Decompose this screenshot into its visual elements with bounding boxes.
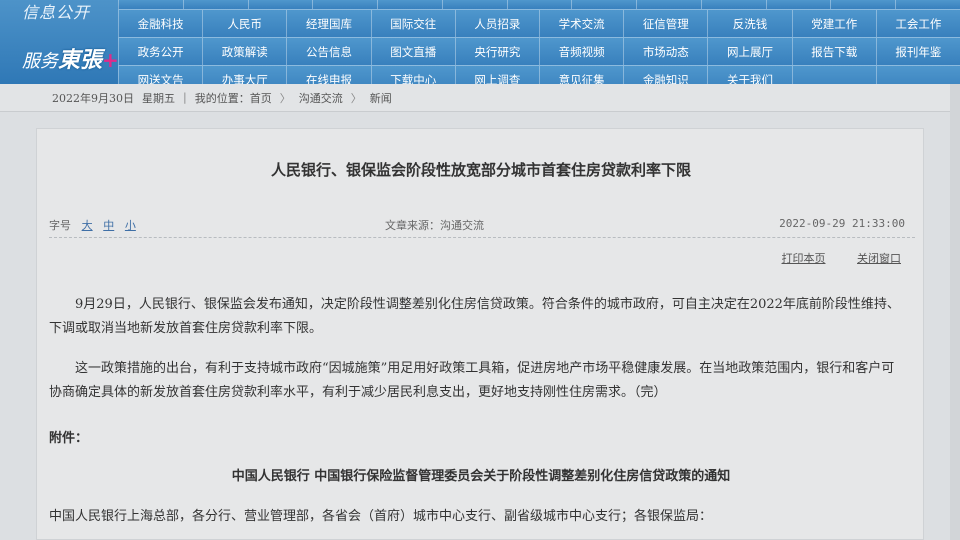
notice-addressee: 中国人民银行上海总部，各分行、营业管理部，各省会（首府）城市中心支行、副省级城市… [49,509,713,524]
meta-divider [49,237,915,238]
article-title: 人民银行、银保监会阶段性放宽部分城市首套住房贷款利率下限 [270,161,691,179]
nav-item[interactable]: 经理国库 [286,10,371,38]
nav-item[interactable]: 反洗钱 [707,10,792,38]
site-header: 信息公开 服务東張+ 金融科技 人民币 经理国库 国际交往 人员招录 学术交流 征信管理 反洗… [0,0,960,94]
article-tools: 打印本页 关闭窗口 [754,250,902,266]
article-datetime: 2022-09-29 21:33:00 [779,217,905,230]
current-weekday: 星期五 [142,91,175,105]
nav-item[interactable]: 报告下载 [791,38,876,66]
nav-item-partial[interactable] [765,0,831,10]
nav-item-partial[interactable] [441,0,507,10]
nav-item[interactable]: 图文直播 [370,38,455,66]
nav-item-partial[interactable] [571,0,637,10]
article-panel: 人民银行、银保监会阶段性放宽部分城市首套住房贷款利率下限 字号 大 中 小 文章… [36,128,924,540]
nav-row-top-partial [118,0,960,10]
font-size-small-link[interactable]: 小 [125,219,136,232]
breadcrumb: 2022年9月30日 星期五 | 我的位置：首页 〉 沟通交流 〉 新闻 [0,84,960,112]
article-paragraph-1: 9月29日，人民银行、银保监会发布通知，决定阶段性调整差别化住房信贷政策。符合条… [49,297,900,336]
nav-item-partial[interactable] [118,0,183,10]
nav-item[interactable]: 央行研究 [454,38,540,66]
nav-row: 金融科技 人民币 经理国库 国际交往 人员招录 学术交流 征信管理 反洗钱 党建工作 工会工作 [118,10,960,38]
close-window-link[interactable]: 关闭窗口 [857,252,901,265]
channel-logo-plus: + [102,48,119,72]
nav-item[interactable]: 市场动态 [623,38,708,66]
nav-item[interactable]: 报刊年鉴 [875,38,960,66]
breadcrumb-separator: | [183,91,187,104]
print-page-link[interactable]: 打印本页 [782,252,826,265]
article-source: 文章来源：沟通交流 [385,219,484,232]
current-date: 2022年9月30日 [52,91,134,105]
notice-title: 中国人民银行 中国银行保险监督管理委员会关于阶段性调整差别化住房信贷政策的通知 [231,469,731,484]
breadcrumb-separator: 〉 [279,91,291,105]
font-size-label: 字号 [49,219,71,232]
nav-item[interactable]: 人员招录 [454,10,540,38]
nav-item-partial[interactable] [247,0,313,10]
nav-item[interactable]: 学术交流 [539,10,624,38]
font-size-large-link[interactable]: 大 [82,219,93,232]
nav-item-partial[interactable] [830,0,896,10]
nav-item-partial[interactable] [506,0,572,10]
nav-item-partial[interactable] [636,0,701,10]
breadcrumb-news[interactable]: 新闻 [370,90,392,106]
channel-logo-prefix: 服务 [22,51,58,72]
main-nav: 金融科技 人民币 经理国库 国际交往 人员招录 学术交流 征信管理 反洗钱 党建工作 工会工作 政务… [118,0,960,94]
nav-item-partial[interactable] [377,0,442,10]
nav-item[interactable]: 工会工作 [875,10,960,38]
nav-item[interactable]: 国际交往 [370,10,455,38]
nav-item-partial[interactable] [182,0,248,10]
nav-item-partial[interactable] [312,0,378,10]
article-paragraph-2: 这一政策措施的出台，有利于支持城市政府“因城施策”用足用好政策工具箱，促进房地产… [49,361,895,400]
nav-item[interactable]: 音频视频 [539,38,624,66]
nav-item-partial[interactable] [895,0,960,10]
breadcrumb-separator: 〉 [350,91,362,105]
font-size-control: 字号 大 中 小 [49,217,136,233]
nav-item[interactable]: 政策解读 [202,38,287,66]
nav-item[interactable]: 党建工作 [791,10,876,38]
nav-item[interactable]: 网上展厅 [707,38,792,66]
nav-row: 政务公开 政策解读 公告信息 图文直播 央行研究 音频视频 市场动态 网上展厅 报告下载 报刊年鉴 [118,38,960,66]
breadcrumb-communication[interactable]: 沟通交流 [299,90,343,106]
page-scrollbar[interactable] [950,84,960,540]
brand-info-disclosure: 信息公开 [22,3,91,22]
nav-item[interactable]: 公告信息 [286,38,371,66]
nav-rows: 金融科技 人民币 经理国库 国际交往 人员招录 学术交流 征信管理 反洗钱 党建工作 工会工作 政务… [118,10,960,94]
font-size-medium-link[interactable]: 中 [103,219,114,232]
breadcrumb-home[interactable]: 我的位置：首页 [195,90,272,106]
nav-item[interactable]: 征信管理 [623,10,708,38]
channel-logo-mark: 東張 [58,48,103,73]
attachment-label: 附件： [49,431,89,446]
article-meta: 字号 大 中 小 文章来源：沟通交流 2022-09-29 21:33:00 [49,217,915,235]
nav-item[interactable]: 金融科技 [118,10,203,38]
channel-logo: 服务東張+ [22,42,119,78]
nav-item[interactable]: 政务公开 [118,38,203,66]
nav-item[interactable]: 人民币 [202,10,287,38]
nav-item-partial[interactable] [700,0,766,10]
